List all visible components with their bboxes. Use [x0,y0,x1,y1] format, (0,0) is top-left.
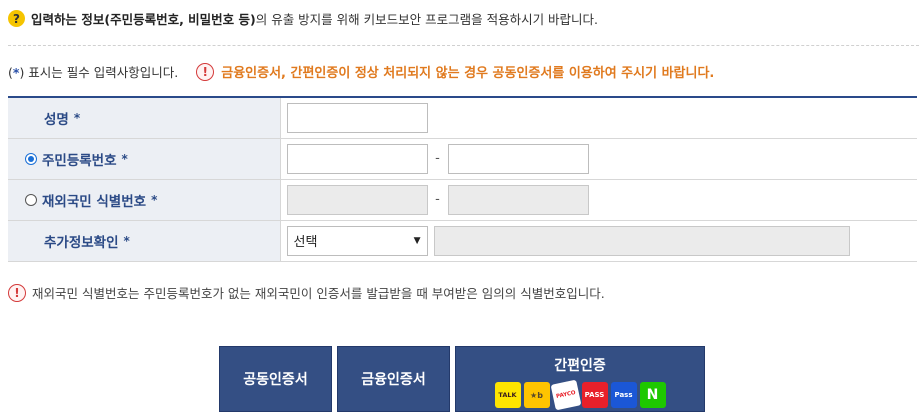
samsung-pass-logo: Pass [610,382,637,408]
name-input[interactable] [286,102,428,133]
required-star-icon: * [123,233,130,248]
extra-info-input [433,225,850,256]
foreign-id-label: 재외국민 식별번호 [42,193,147,210]
foreign-id-radio[interactable] [25,193,37,206]
pass-logo: PASS [581,382,608,408]
extra-info-select[interactable]: 선택 ▼ [286,225,428,256]
question-icon: ? [8,10,25,27]
joint-certificate-button[interactable]: 공동인증서 [219,346,332,412]
foreign-id-front-input [286,184,428,215]
required-star-icon: * [73,110,81,125]
extra-info-row: 추가정보확인 * 선택 ▼ [8,220,917,262]
chevron-down-icon: ▼ [413,235,421,246]
rrn-radio[interactable] [25,152,37,165]
keyboard-security-notice: ? 입력하는 정보(주민등록번호, 비밀번호 등) 의 유출 방지를 위해 키보드… [8,9,598,28]
warning-text: 금융인증서, 간편인증이 정상 처리되지 않는 경우 공동인증서를 이용하여 주… [221,66,715,81]
required-star-icon: * [121,151,128,166]
simple-auth-logos: TALK ★b PAYCO PASS Pass N [494,379,666,411]
notice-bold-text: 입력하는 정보(주민등록번호, 비밀번호 등) [31,12,256,27]
dash: - [435,192,440,207]
identity-form: 성명 * 주민등록번호 * - 재외국민 식별번호 * - 추가정보확인 * 선택 ▼ [8,96,917,262]
divider [8,45,919,46]
rrn-front-input[interactable] [286,143,428,174]
kakao-talk-logo: TALK [494,382,521,408]
info-text: 재외국민 식별번호는 주민등록번호가 없는 재외국민이 인증서를 발급받을 때 … [32,286,605,301]
foreign-id-info: ! 재외국민 식별번호는 주민등록번호가 없는 재외국민이 인증서를 발급받을 … [8,283,605,302]
required-star-icon: * [151,192,158,207]
kb-logo: ★b [523,382,550,408]
payco-logo: PAYCO [550,379,581,411]
rrn-label: 주민등록번호 [42,152,117,169]
rrn-row: 주민등록번호 * - [8,138,917,180]
naver-logo: N [639,382,666,408]
alert-icon: ! [196,62,215,81]
rrn-back-input[interactable] [447,143,589,174]
required-note: (*) 표시는 필수 입력사항입니다. [8,65,179,80]
certificate-warning: ! 금융인증서, 간편인증이 정상 처리되지 않는 경우 공동인증서를 이용하여… [196,62,714,81]
extra-info-label: 추가정보확인 [44,234,119,251]
dash: - [435,151,440,166]
name-label: 성명 [44,111,69,128]
required-note-row: (*) 표시는 필수 입력사항입니다. ! 금융인증서, 간편인증이 정상 처리… [8,62,714,81]
alert-icon: ! [8,283,26,302]
foreign-id-back-input [447,184,589,215]
foreign-id-row: 재외국민 식별번호 * - [8,179,917,221]
simple-auth-button[interactable]: 간편인증 TALK ★b PAYCO PASS Pass N [455,346,705,412]
financial-certificate-button[interactable]: 금융인증서 [337,346,450,412]
name-row: 성명 * [8,97,917,139]
notice-text: 의 유출 방지를 위해 키보드보안 프로그램을 적용하시기 바랍니다. [255,12,599,27]
simple-auth-label: 간편인증 [554,358,606,374]
